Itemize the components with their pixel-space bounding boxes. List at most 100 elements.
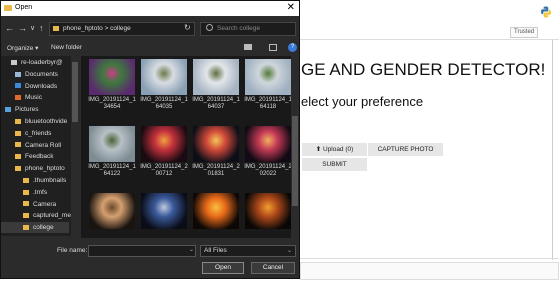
sidebar-item[interactable]: Documents [15,69,58,80]
file-name-line: IMG_20191124_1 [244,97,291,103]
file-name-caption[interactable]: IMG_20191124_1 64035 [136,97,192,111]
folder-icon [23,224,29,230]
file-name-caption[interactable]: IMG_20191124_2 00712 [136,164,192,178]
file-thumbnail[interactable] [193,126,239,162]
file-type-select[interactable]: All Files ⌄ [200,245,296,257]
navigation-scrollbar[interactable] [71,56,79,236]
dialog-title-bar[interactable]: Open ✕ [1,1,299,16]
user-icon [11,59,17,65]
new-folder-button[interactable]: New folder [51,44,82,51]
file-thumbnail[interactable] [141,59,187,95]
folder-icon [4,5,12,11]
documents-icon [15,71,21,77]
file-thumbnail[interactable] [245,126,291,162]
folder-icon [15,118,21,124]
chevron-down-icon: ⌄ [286,248,292,254]
file-thumbnail[interactable] [193,59,239,95]
scrollbar-thumb[interactable] [292,116,298,206]
sidebar-item[interactable]: re-loaderbyr@ [11,57,63,68]
file-thumbnail[interactable] [193,193,239,229]
file-thumbnail[interactable] [245,193,291,229]
capture-photo-button[interactable]: CAPTURE PHOTO [367,143,443,156]
file-name-caption[interactable]: IMG_20191124_1 64122 [84,164,140,178]
sidebar-item[interactable]: Downloads [15,81,57,92]
folder-icon [23,213,29,219]
up-arrow-icon[interactable]: ↑ [39,23,44,33]
organize-button[interactable]: Organize ▾ [7,44,38,52]
file-name-line: IMG_20191124_1 [88,97,136,103]
back-arrow-icon[interactable]: ← [5,23,14,33]
submit-button[interactable]: SUBMIT [302,158,367,171]
folder-icon [15,165,21,171]
file-thumbnail[interactable] [89,126,135,162]
open-button[interactable]: Open [202,262,244,274]
close-icon[interactable]: ✕ [287,2,295,13]
file-name-line: IMG_20191124_1 [88,164,136,170]
recent-locations-icon[interactable]: ∨ [30,24,35,32]
file-name-label: File name: [57,247,88,254]
file-name-line: 01831 [207,171,225,177]
file-name-line: IMG_20191124_2 [192,164,240,170]
sidebar-item[interactable]: bluuetoothvide [15,116,67,127]
upload-button[interactable]: ⬆ Upload (0) [302,143,367,156]
sidebar-item[interactable]: c_friends [15,128,51,139]
file-name-line: 64035 [155,104,173,110]
file-thumbnail[interactable] [141,193,187,229]
folder-icon [15,130,21,136]
trusted-badge[interactable]: Trusted [510,27,539,38]
open-file-dialog: Open ✕ ← → ∨ ↑ phone_hptoto > college ↻ … [0,0,300,279]
file-name-line: IMG_20191124_1 [192,97,240,103]
sidebar-item[interactable]: Music [15,92,42,103]
sidebar-item-label: .tmfs [33,188,48,196]
sidebar-item[interactable]: phone_hptoto [15,163,65,174]
sidebar-item-label: .thumbnails [33,177,67,184]
chevron-down-icon[interactable]: ⌄ [189,246,194,253]
file-thumbnail[interactable] [245,59,291,95]
scrollbar-thumb[interactable] [72,62,78,122]
file-list-scrollbar[interactable] [291,56,299,238]
downloads-icon [15,83,21,89]
sidebar-item-label: Camera Roll [25,141,62,149]
sidebar-item[interactable]: Camera Roll [15,140,61,151]
sidebar-item-label: captured_mec [33,212,71,220]
file-thumbnail[interactable] [141,126,187,162]
forward-arrow-icon[interactable]: → [18,23,27,33]
help-icon[interactable]: ? [288,43,297,52]
address-bar[interactable]: phone_hptoto > college [49,22,195,36]
sidebar-item-label: Downloads [25,82,58,90]
file-name-line: IMG_20191124_2 [140,164,188,170]
file-name-caption[interactable]: IMG_20191124_1 34654 [84,97,140,111]
file-name-caption[interactable]: IMG_20191124_1 64118 [240,97,291,111]
preview-pane-icon[interactable] [269,44,277,51]
page-title: GE AND GENDER DETECTOR! [301,60,546,79]
search-input[interactable]: Search college [200,22,296,36]
file-type-value: All Files [204,247,227,254]
cancel-button[interactable]: Cancel [251,262,295,274]
file-thumbnail[interactable] [89,59,135,95]
folder-icon [23,177,29,183]
file-name-caption[interactable]: IMG_20191124_2 01831 [188,164,244,178]
view-options-icon[interactable] [244,44,252,50]
file-name-caption[interactable]: IMG_20191124_1 64037 [188,97,244,111]
file-name-input[interactable] [88,245,196,257]
file-name-line: IMG_20191124_2 [244,164,291,170]
page-subtitle: elect your preference [301,94,424,109]
sidebar-item[interactable]: college [1,222,69,234]
sidebar-item[interactable]: captured_mec [23,210,71,221]
sidebar-item[interactable]: Pictures [5,104,38,115]
sidebar-item[interactable]: Camera [23,199,56,210]
sidebar-item[interactable]: .thumbnails [23,175,66,186]
sidebar-item[interactable]: .tmfs [23,187,47,198]
file-name-caption[interactable]: IMG_20191124_2 02022 [240,164,291,178]
command-bar: Organize ▾ New folder ? [1,41,299,55]
file-name-line: 00712 [155,171,173,177]
file-list: IMG_20191124_1 34654 IMG_20191124_1 64035 IM… [81,56,291,238]
refresh-icon[interactable]: ↻ [184,23,191,32]
folder-icon [23,201,29,207]
sidebar-item[interactable]: Feedback [15,151,54,162]
file-name-line: 64118 [259,104,277,110]
address-path: phone_hptoto > college [63,25,131,32]
music-icon [15,95,21,101]
file-thumbnail[interactable] [89,193,135,229]
sidebar-item-label: Documents [25,70,58,78]
